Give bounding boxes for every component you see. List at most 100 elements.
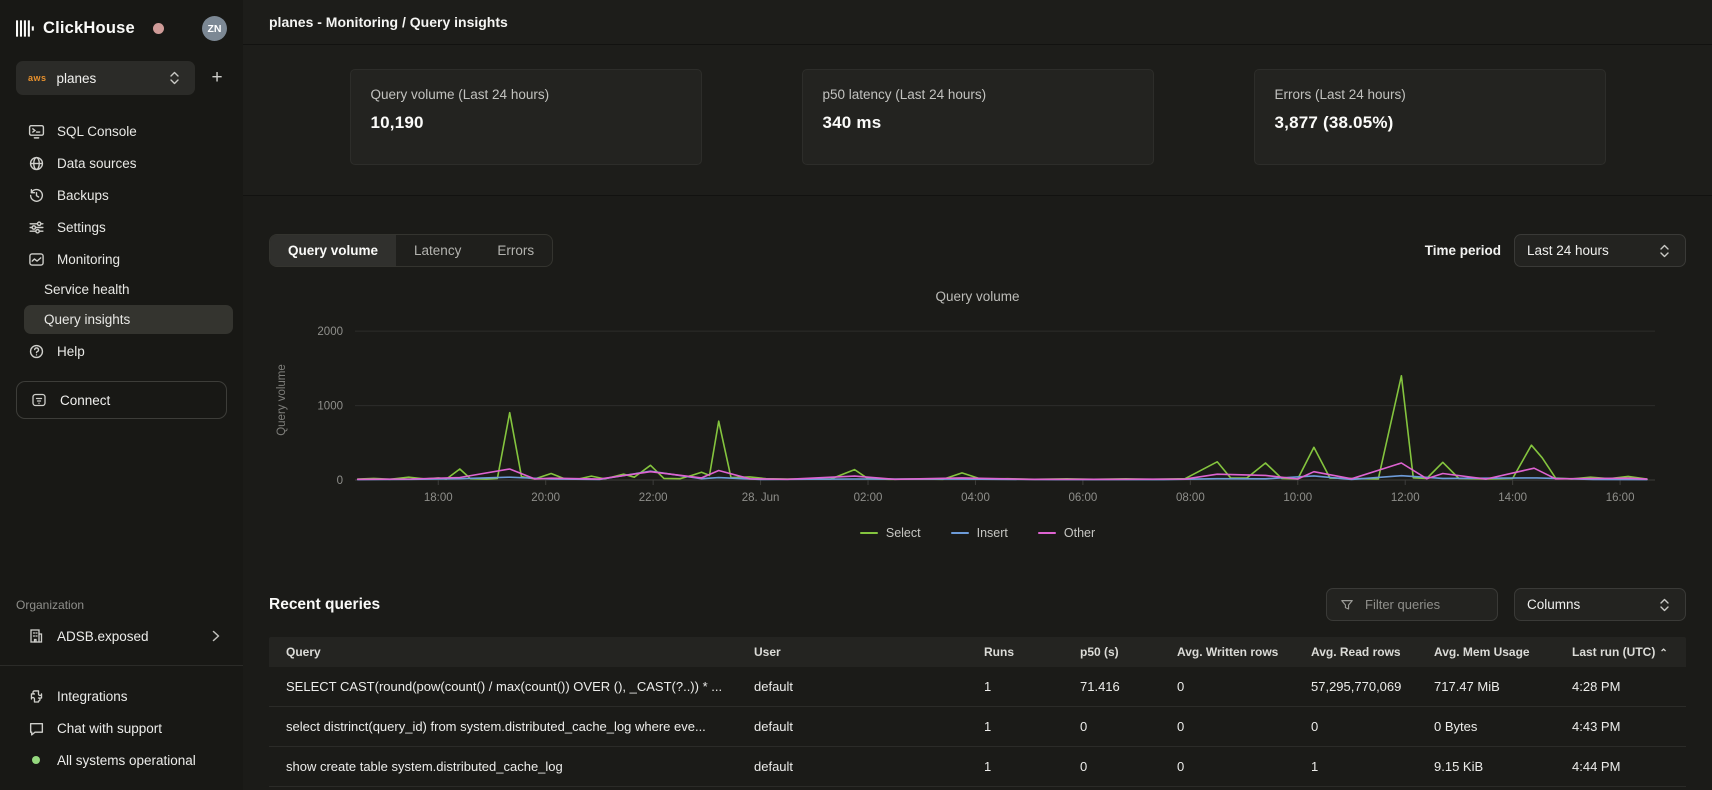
filter-queries-input[interactable] — [1365, 597, 1475, 612]
cell-last: 4:43 PM — [1564, 707, 1686, 746]
legend-item-other[interactable]: Other — [1038, 526, 1095, 540]
column-header-last[interactable]: Last run (UTC)⌃ — [1564, 637, 1686, 667]
sidebar-item-backups[interactable]: Backups — [0, 179, 243, 211]
query-volume-chart: 01000200018:0020:0022:0028. Jun02:0004:0… — [269, 304, 1681, 522]
chevron-right-icon — [207, 627, 225, 645]
connect-button[interactable]: Connect — [16, 381, 227, 419]
legend-swatch — [860, 532, 878, 534]
column-header-p50[interactable]: p50 (s) — [1072, 637, 1169, 667]
chart-tabs: Query volumeLatencyErrors — [269, 234, 553, 267]
service-selector[interactable]: aws planes — [16, 61, 195, 95]
sort-ascending-icon: ⌃ — [1659, 648, 1667, 659]
svg-text:18:00: 18:00 — [424, 492, 453, 504]
cell-p50: 0 — [1072, 747, 1169, 786]
sidebar-item-label: Backups — [57, 188, 109, 203]
filter-queries-box — [1326, 588, 1498, 621]
svg-text:06:00: 06:00 — [1069, 492, 1098, 504]
sliders-icon — [27, 218, 45, 236]
chart-panel: Query volume 01000200018:0020:0022:0028.… — [269, 289, 1686, 540]
avatar[interactable]: ZN — [202, 16, 227, 41]
svg-text:02:00: 02:00 — [854, 492, 883, 504]
sidebar-item-monitoring[interactable]: Monitoring — [0, 243, 243, 275]
footer-item-label: Chat with support — [57, 721, 162, 736]
sidebar-item-data-sources[interactable]: Data sources — [0, 147, 243, 179]
help-icon — [27, 342, 45, 360]
column-header-user[interactable]: User — [746, 637, 976, 667]
legend-label: Insert — [977, 526, 1008, 540]
legend-swatch — [951, 532, 969, 534]
chevron-updown-icon — [1655, 596, 1673, 614]
stat-value: 10,190 — [371, 113, 681, 133]
footer-item-integrations[interactable]: Integrations — [0, 680, 243, 712]
sidebar-item-label: Help — [57, 344, 85, 359]
footer-item-all-systems-operational[interactable]: All systems operational — [0, 744, 243, 776]
column-header-rr[interactable]: Avg. Read rows — [1303, 637, 1426, 667]
breadcrumb: planes - Monitoring / Query insights — [269, 14, 508, 30]
sidebar-item-help[interactable]: Help — [0, 335, 243, 367]
stat-card-2: Errors (Last 24 hours)3,877 (38.05%) — [1254, 69, 1606, 165]
legend-label: Other — [1064, 526, 1095, 540]
svg-text:0: 0 — [337, 475, 343, 487]
svg-text:16:00: 16:00 — [1606, 492, 1635, 504]
stat-label: p50 latency (Last 24 hours) — [823, 87, 1133, 102]
sidebar-divider — [0, 665, 243, 666]
organization-item[interactable]: ADSB.exposed — [0, 620, 243, 652]
cell-rr: 0 — [1303, 707, 1426, 746]
table-row[interactable]: select distrinct(query_id) from system.d… — [269, 707, 1686, 747]
sidebar-item-sql-console[interactable]: SQL Console — [0, 115, 243, 147]
footer-item-label: All systems operational — [57, 753, 196, 768]
stat-label: Errors (Last 24 hours) — [1275, 87, 1585, 102]
chevron-updown-icon — [1655, 242, 1673, 260]
sidebar-subitem-query-insights[interactable]: Query insights — [24, 305, 233, 334]
tab-errors[interactable]: Errors — [479, 235, 552, 266]
sidebar-footer: Integrations Chat with support All systems… — [0, 680, 243, 776]
main-area: planes - Monitoring / Query insights Que… — [243, 0, 1712, 790]
chart-legend: Select Insert Other — [269, 526, 1686, 540]
tab-query-volume[interactable]: Query volume — [270, 235, 396, 266]
tab-latency[interactable]: Latency — [396, 235, 479, 266]
sidebar-subitem-service-health[interactable]: Service health — [0, 275, 243, 304]
cell-mem: 0 Bytes — [1426, 707, 1564, 746]
table-row[interactable]: SELECT CAST(round(pow(count() / max(coun… — [269, 667, 1686, 707]
sidebar: ClickHouse ZN aws planes + SQL ConsoleDa… — [0, 0, 243, 790]
cell-p50: 71.416 — [1072, 667, 1169, 706]
cell-user: default — [746, 667, 976, 706]
legend-swatch — [1038, 532, 1056, 534]
stat-label: Query volume (Last 24 hours) — [371, 87, 681, 102]
svg-text:04:00: 04:00 — [961, 492, 990, 504]
svg-text:08:00: 08:00 — [1176, 492, 1205, 504]
svg-text:22:00: 22:00 — [639, 492, 668, 504]
column-header-runs[interactable]: Runs — [976, 637, 1072, 667]
time-period-value: Last 24 hours — [1527, 243, 1609, 258]
cell-mem: 717.47 MiB — [1426, 667, 1564, 706]
cell-wr: 0 — [1169, 747, 1303, 786]
cell-wr: 0 — [1169, 707, 1303, 746]
svg-text:14:00: 14:00 — [1498, 492, 1527, 504]
column-header-mem[interactable]: Avg. Mem Usage — [1426, 637, 1564, 667]
add-service-button[interactable]: + — [205, 67, 229, 89]
building-icon — [27, 627, 45, 645]
column-header-query[interactable]: Query — [269, 637, 746, 667]
svg-text:12:00: 12:00 — [1391, 492, 1420, 504]
service-selector-value: planes — [57, 71, 155, 86]
cell-rr: 1 — [1303, 747, 1426, 786]
sidebar-item-settings[interactable]: Settings — [0, 211, 243, 243]
sidebar-item-label: Settings — [57, 220, 106, 235]
table-header-row: QueryUserRunsp50 (s)Avg. Written rowsAvg… — [269, 637, 1686, 667]
table-row[interactable]: show create table system.distributed_cac… — [269, 747, 1686, 787]
stat-card-0: Query volume (Last 24 hours) 10,190 — [350, 69, 702, 165]
legend-item-select[interactable]: Select — [860, 526, 921, 540]
column-header-wr[interactable]: Avg. Written rows — [1169, 637, 1303, 667]
columns-select[interactable]: Columns — [1514, 588, 1686, 621]
monitor-wave-icon — [27, 250, 45, 268]
puzzle-icon — [27, 687, 45, 705]
aws-icon: aws — [28, 73, 47, 83]
chat-icon — [27, 719, 45, 737]
time-period-select[interactable]: Last 24 hours — [1514, 234, 1686, 267]
sidebar-item-label: SQL Console — [57, 124, 137, 139]
svg-text:1000: 1000 — [317, 401, 343, 413]
legend-item-insert[interactable]: Insert — [951, 526, 1008, 540]
stat-value: 340 ms — [823, 113, 1133, 133]
footer-item-chat-with-support[interactable]: Chat with support — [0, 712, 243, 744]
cell-user: default — [746, 747, 976, 786]
